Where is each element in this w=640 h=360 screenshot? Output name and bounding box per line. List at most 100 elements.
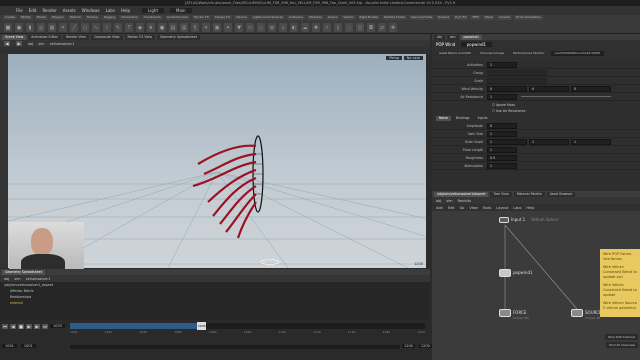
shelf-tab[interactable]: Oceans <box>435 15 452 20</box>
vr-camera-tool-icon[interactable]: ◘ <box>367 23 375 32</box>
switcher-tool-icon[interactable]: ⇄ <box>378 23 386 32</box>
amplitude-field[interactable]: 0 <box>487 122 517 129</box>
range-slider[interactable] <box>70 345 400 349</box>
path-sim[interactable]: sim <box>38 42 44 46</box>
wind-velocity-y-field[interactable]: 0 <box>529 85 569 92</box>
shelf-tab[interactable]: Constraints <box>141 15 163 20</box>
line-tool-icon[interactable]: ╱ <box>70 23 78 32</box>
tab-motion-fx-view[interactable]: Motion FX View <box>124 34 155 40</box>
ambient-light-tool-icon[interactable]: ◌ <box>345 23 353 32</box>
shelf-tab[interactable]: Guide Process <box>164 15 190 20</box>
tab-inputs[interactable]: Inputs <box>474 116 491 121</box>
menu-layout[interactable]: Layout <box>496 206 508 210</box>
pulse-length-field[interactable]: 1 <box>487 146 517 153</box>
sphere-tool-icon[interactable]: ● <box>15 23 23 32</box>
scale-field[interactable] <box>487 77 547 84</box>
build-select[interactable]: Light <box>142 8 165 13</box>
input-node[interactable]: Input 1 Vellum Solver <box>499 217 558 223</box>
tab-tree-view[interactable]: Tree View <box>490 191 512 197</box>
menu-file[interactable]: File <box>16 8 23 13</box>
path-sim[interactable]: sim <box>14 277 20 281</box>
current-frame-field[interactable]: 1033 <box>50 324 65 328</box>
font-tool-icon[interactable]: T <box>125 23 133 32</box>
tab-bindings[interactable]: Bindings <box>452 116 473 121</box>
grain-scale-y-field[interactable]: 1 <box>529 138 569 145</box>
sky-light-tool-icon[interactable]: ☁ <box>301 23 309 32</box>
range-end2-field[interactable]: 1200 <box>418 344 432 348</box>
shelf-tab[interactable]: Grains <box>325 15 340 20</box>
wind-velocity-x-field[interactable]: 0 <box>487 85 527 92</box>
metaball-tool-icon[interactable]: ● <box>158 23 166 32</box>
swirl-size-field[interactable]: 1 <box>487 130 517 137</box>
subtab-asset-name[interactable]: Asset Name and Path <box>436 51 475 56</box>
point-light-tool-icon[interactable]: ✦ <box>224 23 232 32</box>
box-tool-icon[interactable]: ■ <box>4 23 12 32</box>
shelf-tab[interactable]: FEM <box>470 15 481 20</box>
shelf-tab[interactable]: Wires <box>482 15 495 20</box>
forward-arrow-icon[interactable]: ▶ <box>16 41 22 46</box>
path-field[interactable]: /usr/HOUDINI/houdini19.5/POP <box>550 51 605 56</box>
roughness-field[interactable]: 0.5 <box>487 154 517 161</box>
shelf-tab[interactable]: Modify <box>18 15 33 20</box>
shelf-tab[interactable]: Viscous Fluids <box>408 15 434 20</box>
null-tool-icon[interactable]: ✕ <box>59 23 67 32</box>
path-obj[interactable]: obj <box>28 42 33 46</box>
range-end-field[interactable]: 1200 <box>402 344 415 348</box>
torus-tool-icon[interactable]: ◎ <box>37 23 45 32</box>
menu-labs[interactable]: Labs <box>106 8 115 13</box>
jump-start-icon[interactable]: ⏮ <box>2 323 8 329</box>
path-revisits[interactable]: Revisits <box>458 199 471 203</box>
shelf-tab[interactable]: Polygon <box>49 15 66 20</box>
desktop-select[interactable]: Main <box>170 8 192 13</box>
curve-tool-icon[interactable]: ∿ <box>92 23 100 32</box>
shelf-tab[interactable]: Drive Simulation <box>514 15 543 20</box>
tab-obj[interactable]: obj <box>434 34 445 40</box>
subtab-channel-groups[interactable]: Channel Groups <box>477 51 508 56</box>
sticky-note[interactable]: Wire POP Forces into forces. Wire Vellum… <box>600 249 640 317</box>
menu-assets[interactable]: Assets <box>63 8 76 13</box>
gi-light-tool-icon[interactable]: ✺ <box>312 23 320 32</box>
back-arrow-icon[interactable]: ◀ <box>4 41 10 46</box>
wind-velocity-z-field[interactable]: 0 <box>571 85 611 92</box>
shelf-tab[interactable]: Rigging <box>101 15 118 20</box>
menu-help[interactable]: Help <box>526 206 534 210</box>
distant-light-tool-icon[interactable]: ↓ <box>279 23 287 32</box>
shelf-tab[interactable]: Particle Fluids <box>382 15 407 20</box>
step-forward-icon[interactable]: ▶ <box>34 323 40 329</box>
shelf-tab[interactable]: Create <box>3 15 17 20</box>
shelf-tab[interactable]: Simple FX <box>212 15 232 20</box>
play-icon[interactable]: ▶ <box>26 323 32 329</box>
path-sim[interactable]: sim <box>446 199 452 203</box>
path-obj[interactable]: obj <box>4 277 9 281</box>
caustic-light-tool-icon[interactable]: ✧ <box>323 23 331 32</box>
menu-labs[interactable]: Labs <box>513 206 521 210</box>
camera-menu[interactable]: Persp <box>386 56 402 60</box>
shelf-tab[interactable]: Model <box>34 15 48 20</box>
step-back-icon[interactable]: ◀ <box>10 323 16 329</box>
attenuation-field[interactable]: 1 <box>487 162 517 169</box>
shelf-tab[interactable]: Volume <box>233 15 249 20</box>
shelf-tab[interactable]: Rigid Bodies <box>357 15 381 20</box>
menu-edit[interactable]: Edit <box>29 8 37 13</box>
popwind-node[interactable]: popwind1 <box>499 269 533 277</box>
tube-tool-icon[interactable]: ▮ <box>26 23 34 32</box>
grid-tool-icon[interactable]: ▦ <box>48 23 56 32</box>
network-canvas[interactable]: Input 1 Vellum Solver popwind1 FORCE Out… <box>432 211 640 360</box>
menu-tools[interactable]: Tools <box>483 206 492 210</box>
portal-light-tool-icon[interactable]: ▯ <box>334 23 342 32</box>
tab-scene-view[interactable]: Scene View <box>2 34 27 40</box>
node-name-field[interactable]: popwind1 <box>460 42 493 47</box>
air-resistance-field[interactable]: 1 <box>487 93 517 100</box>
shelf-tab[interactable]: Collisions <box>286 15 306 20</box>
tab-dopnet[interactable]: /obj/sim/vellumsolver1/dopnet <box>434 191 489 197</box>
spiral-tool-icon[interactable]: @ <box>180 23 188 32</box>
tab-render-view[interactable]: Render View <box>63 34 89 40</box>
menu-edit[interactable]: Edit <box>448 206 455 210</box>
stop-icon[interactable]: ■ <box>18 323 24 329</box>
force-output-node[interactable]: FORCE Output #0 <box>499 309 529 320</box>
menu-windows[interactable]: Windows <box>82 8 100 13</box>
lsystem-tool-icon[interactable]: ❦ <box>147 23 155 32</box>
group-field[interactable] <box>487 69 547 76</box>
grain-scale-x-field[interactable]: 1 <box>487 138 527 145</box>
shelf-tab[interactable]: Texture <box>84 15 100 20</box>
